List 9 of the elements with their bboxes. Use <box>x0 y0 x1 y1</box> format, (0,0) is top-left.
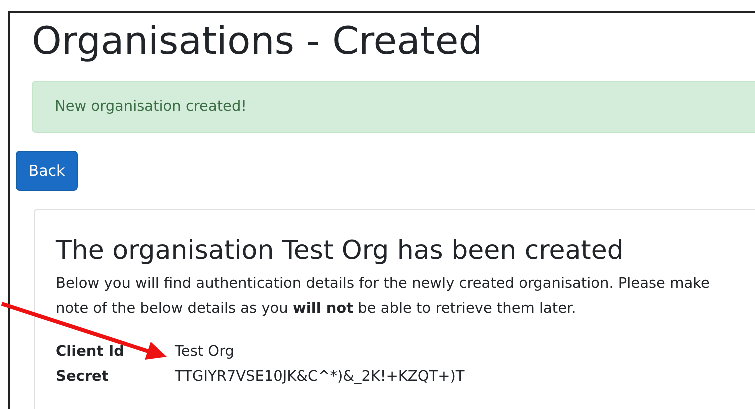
detail-value: TTGIYR7VSE10JK&C^*)&_2K!+KZQT+)T <box>175 368 466 387</box>
card-heading: The organisation Test Org has been created <box>56 235 625 268</box>
detail-label: Secret <box>56 368 110 387</box>
page-title: Organisations - Created <box>32 18 484 65</box>
back-button[interactable]: Back <box>16 151 78 191</box>
success-alert: New organisation created! <box>32 81 755 133</box>
detail-label: Client Id <box>56 343 126 362</box>
card-paragraph: Below you will find authentication details for the newly created organisation. Please make note of the below details as you will not be able to retrieve them later. <box>56 275 711 319</box>
detail-value: Test Org <box>175 343 236 362</box>
